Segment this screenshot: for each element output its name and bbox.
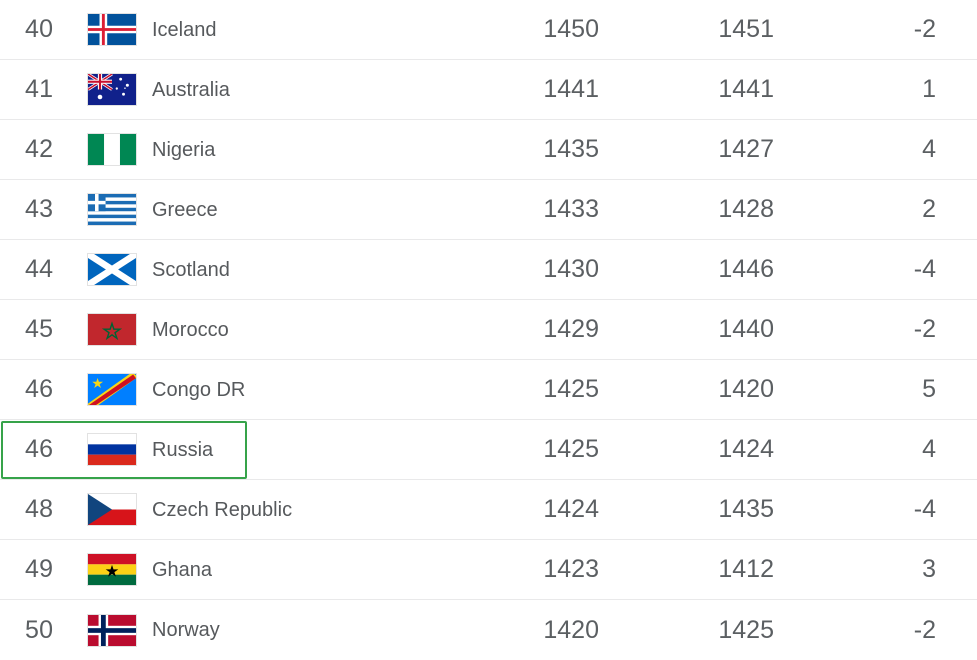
previous-points-value: 1451 [718,15,774,43]
table-row[interactable]: 41 Australia 1441 1441 1 [0,60,977,120]
flag-norway-icon [87,613,137,647]
flag-russia-icon [87,433,137,466]
country-cell[interactable]: 45 Morocco [1,301,247,359]
country-cell[interactable]: 50 Norway [1,601,247,659]
previous-points-value: 1428 [718,195,774,223]
points-value: 1433 [543,195,599,223]
table-row[interactable]: 44 Scotland 1430 1446 -4 [0,240,977,300]
country-cell[interactable]: 42 Nigeria [1,121,247,179]
rank-change-value: 1 [922,75,936,103]
flag-ghana-icon [87,553,137,586]
flag-scotland-icon [87,253,137,286]
flag-nigeria-icon [87,133,137,166]
points-value: 1424 [543,495,599,523]
rank-change-value: -2 [913,15,936,43]
points-value: 1423 [543,555,599,583]
country-name: Greece [152,198,218,221]
country-name: Ghana [152,558,213,581]
table-row[interactable]: 46 Russia 1425 1424 4 [0,420,977,480]
country-name: Congo DR [152,378,246,401]
country-name: Russia [152,438,214,461]
points-value: 1429 [543,315,599,343]
previous-points-value: 1420 [718,375,774,403]
rank-number: 40 [25,15,54,43]
previous-points-value: 1435 [718,495,774,523]
country-name: Morocco [152,318,229,341]
table-row[interactable]: 45 Morocco 1429 1440 -2 [0,300,977,360]
rank-number: 44 [25,255,54,283]
rank-number: 46 [25,375,54,403]
previous-points-value: 1424 [718,435,774,463]
rank-change-value: 4 [922,435,936,463]
country-cell[interactable]: 44 Scotland [1,241,247,299]
rank-number: 46 [25,435,54,463]
flag-australia-icon [87,73,137,106]
table-row[interactable]: 49 Ghana 1423 1412 3 [0,540,977,600]
points-value: 1420 [543,615,599,644]
table-row[interactable]: 42 Nigeria 1435 1427 4 [0,120,977,180]
table-row[interactable]: 46 Congo DR 1425 1420 5 [0,360,977,420]
flag-greece-icon [87,193,137,226]
table-row[interactable]: 43 Greece 1433 1428 2 [0,180,977,240]
points-value: 1450 [543,15,599,43]
flag-czech-icon [87,493,137,526]
flag-morocco-icon [87,313,137,346]
country-name: Australia [152,78,230,101]
flag-iceland-icon [87,13,137,46]
points-value: 1435 [543,135,599,163]
highlighted-country-cell[interactable]: 46 Russia [1,420,247,479]
points-value: 1425 [543,435,599,463]
rank-number: 49 [25,555,54,583]
rank-change-value: -2 [913,315,936,343]
rank-change-value: 2 [922,195,936,223]
country-name: Nigeria [152,138,216,161]
rank-number: 41 [25,75,54,103]
points-value: 1441 [543,75,599,103]
country-name: Norway [152,619,220,641]
rank-change-value: -4 [913,495,936,523]
previous-points-value: 1427 [718,135,774,163]
previous-points-value: 1412 [718,555,774,583]
country-cell[interactable]: 40 Iceland [1,1,247,59]
rank-change-value: 3 [922,555,936,583]
table-row[interactable]: 48 Czech Republic 1424 1435 -4 [0,480,977,540]
table-row[interactable]: 40 Iceland 1450 1451 -2 [0,0,977,60]
country-name: Iceland [152,18,217,41]
previous-points-value: 1440 [718,315,774,343]
rank-change-value: 4 [922,135,936,163]
points-value: 1425 [543,375,599,403]
previous-points-value: 1441 [718,75,774,103]
country-cell[interactable]: 46 Congo DR [1,361,247,419]
flag-congo-dr-icon [87,373,137,406]
rank-number: 45 [25,315,54,343]
country-cell[interactable]: 48 Czech Republic [1,481,292,539]
rank-number: 43 [25,195,54,223]
country-name: Scotland [152,258,230,281]
rank-number: 48 [25,495,54,523]
rank-change-value: 5 [922,375,936,403]
rank-change-value: -4 [913,255,936,283]
previous-points-value: 1425 [718,615,774,644]
previous-points-value: 1446 [718,255,774,283]
rank-number: 42 [25,135,54,163]
country-cell[interactable]: 41 Australia [1,61,247,119]
rank-change-value: -2 [913,615,936,644]
ranking-table: 40 Iceland 1450 1451 -2 41 Australia 144… [0,0,977,660]
points-value: 1430 [543,255,599,283]
table-row[interactable]: 50 Norway 1420 1425 -2 [0,600,977,660]
country-cell[interactable]: 49 Ghana [1,541,247,599]
rank-number: 50 [25,615,54,644]
country-cell[interactable]: 43 Greece [1,181,247,239]
